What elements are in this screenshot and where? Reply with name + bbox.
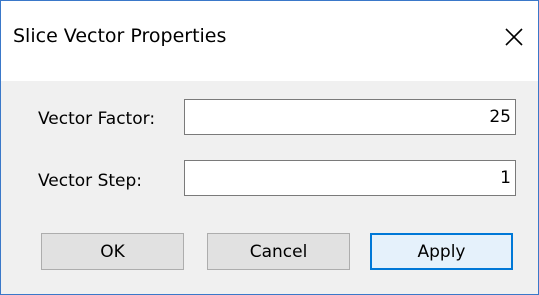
ok-button[interactable]: OK	[41, 233, 184, 270]
apply-button[interactable]: Apply	[370, 233, 513, 270]
cancel-button[interactable]: Cancel	[207, 233, 350, 270]
vector-step-label: Vector Step:	[38, 171, 143, 191]
vector-factor-label: Vector Factor:	[38, 109, 156, 129]
window-title: Slice Vector Properties	[13, 25, 227, 47]
close-icon	[505, 28, 523, 46]
vector-factor-input[interactable]	[184, 99, 516, 135]
title-bar[interactable]: Slice Vector Properties	[1, 1, 538, 81]
vector-step-input[interactable]	[184, 160, 516, 196]
close-button[interactable]	[502, 25, 526, 49]
dialog-window: Slice Vector Properties Vector Factor: V…	[0, 0, 539, 295]
